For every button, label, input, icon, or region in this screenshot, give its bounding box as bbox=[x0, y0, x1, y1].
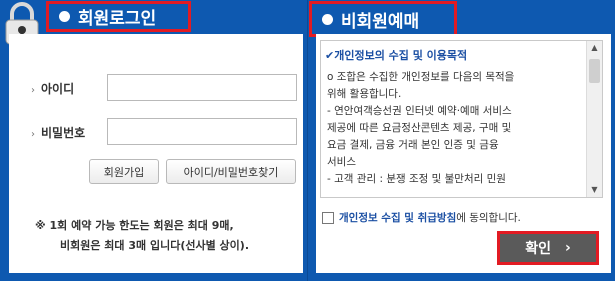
privacy-agree-checkbox[interactable] bbox=[322, 211, 334, 224]
terms-title: ✔개인정보의 수집 및 이용목적 bbox=[325, 49, 468, 62]
member-login-panel: 회원로그인 › 아이디 › 비밀번호 회원가입 아이디/비밀번호찾기 ※ 1회 예약… bbox=[0, 0, 307, 281]
terms-body: o 조합은 수집한 개인정보를 다음의 목적을 위해 활용합니다. - 연안여객… bbox=[321, 69, 602, 188]
agree-text: 에 동의합니다. bbox=[456, 212, 521, 224]
member-login-header[interactable]: 회원로그인 bbox=[46, 1, 191, 32]
terms-line: 서비스 bbox=[327, 156, 356, 168]
password-input[interactable] bbox=[107, 118, 297, 145]
scroll-up-icon[interactable]: ▲ bbox=[587, 41, 602, 55]
terms-line: - 연안여객승선권 인터넷 예약·예매 서비스 bbox=[327, 105, 512, 117]
scroll-thumb[interactable] bbox=[589, 59, 600, 83]
radio-dot-icon bbox=[59, 11, 70, 22]
confirm-button[interactable]: 확인 › bbox=[497, 231, 599, 265]
reservation-notice: ※ 1회 예약 가능 한도는 회원은 최대 9매, 비회원은 최대 3매 입니다… bbox=[35, 216, 295, 256]
notice-line: ※ 1회 예약 가능 한도는 회원은 최대 9매, bbox=[35, 219, 234, 232]
guest-reservation-panel: 비회원예매 ✔개인정보의 수집 및 이용목적 o 조합은 수집한 개인정보를 다… bbox=[307, 0, 615, 281]
terms-line: o 조합은 수집한 개인정보를 다음의 목적을 bbox=[327, 71, 515, 83]
terms-line: 요금 결제, 금융 거래 본인 인증 및 금융 bbox=[327, 139, 499, 151]
member-login-title: 회원로그인 bbox=[78, 9, 157, 29]
guest-reservation-header[interactable]: 비회원예매 bbox=[309, 1, 457, 37]
terms-line: 위해 활용합니다. bbox=[327, 88, 402, 100]
password-label: › 비밀번호 bbox=[31, 126, 86, 140]
member-login-form: › 아이디 › 비밀번호 회원가입 아이디/비밀번호찾기 ※ 1회 예약 가능 한도… bbox=[9, 34, 303, 273]
notice-line: 비회원은 최대 3매 입니다(선사별 상이). bbox=[60, 239, 250, 252]
find-id-password-button[interactable]: 아이디/비밀번호찾기 bbox=[166, 159, 296, 184]
id-input[interactable] bbox=[107, 74, 297, 101]
guest-reservation-title: 비회원예매 bbox=[341, 11, 420, 32]
join-button[interactable]: 회원가입 bbox=[89, 159, 159, 184]
arrow-icon: › bbox=[31, 129, 35, 140]
confirm-label: 확인 bbox=[525, 241, 551, 257]
terms-scrollbar[interactable]: ▲ ▼ bbox=[586, 41, 602, 197]
arrow-icon: › bbox=[31, 85, 35, 96]
privacy-agree-row: 개인정보 수집 및 취급방침에 동의합니다. bbox=[322, 210, 521, 225]
terms-line: - 고객 관리 : 분쟁 조정 및 불만처리 민원 bbox=[327, 173, 506, 185]
chevron-right-icon: › bbox=[564, 240, 571, 256]
privacy-terms-box[interactable]: ✔개인정보의 수집 및 이용목적 o 조합은 수집한 개인정보를 다음의 목적을… bbox=[320, 40, 603, 198]
privacy-policy-link[interactable]: 개인정보 수집 및 취급방침 bbox=[339, 212, 456, 224]
terms-line: 제공에 따른 요금정산콘텐츠 제공, 구매 및 bbox=[327, 122, 512, 134]
id-label: › 아이디 bbox=[31, 82, 75, 96]
radio-dot-icon bbox=[322, 13, 333, 25]
guest-reservation-form: ✔개인정보의 수집 및 이용목적 o 조합은 수집한 개인정보를 다음의 목적을… bbox=[316, 34, 611, 273]
scroll-down-icon[interactable]: ▼ bbox=[587, 183, 602, 197]
